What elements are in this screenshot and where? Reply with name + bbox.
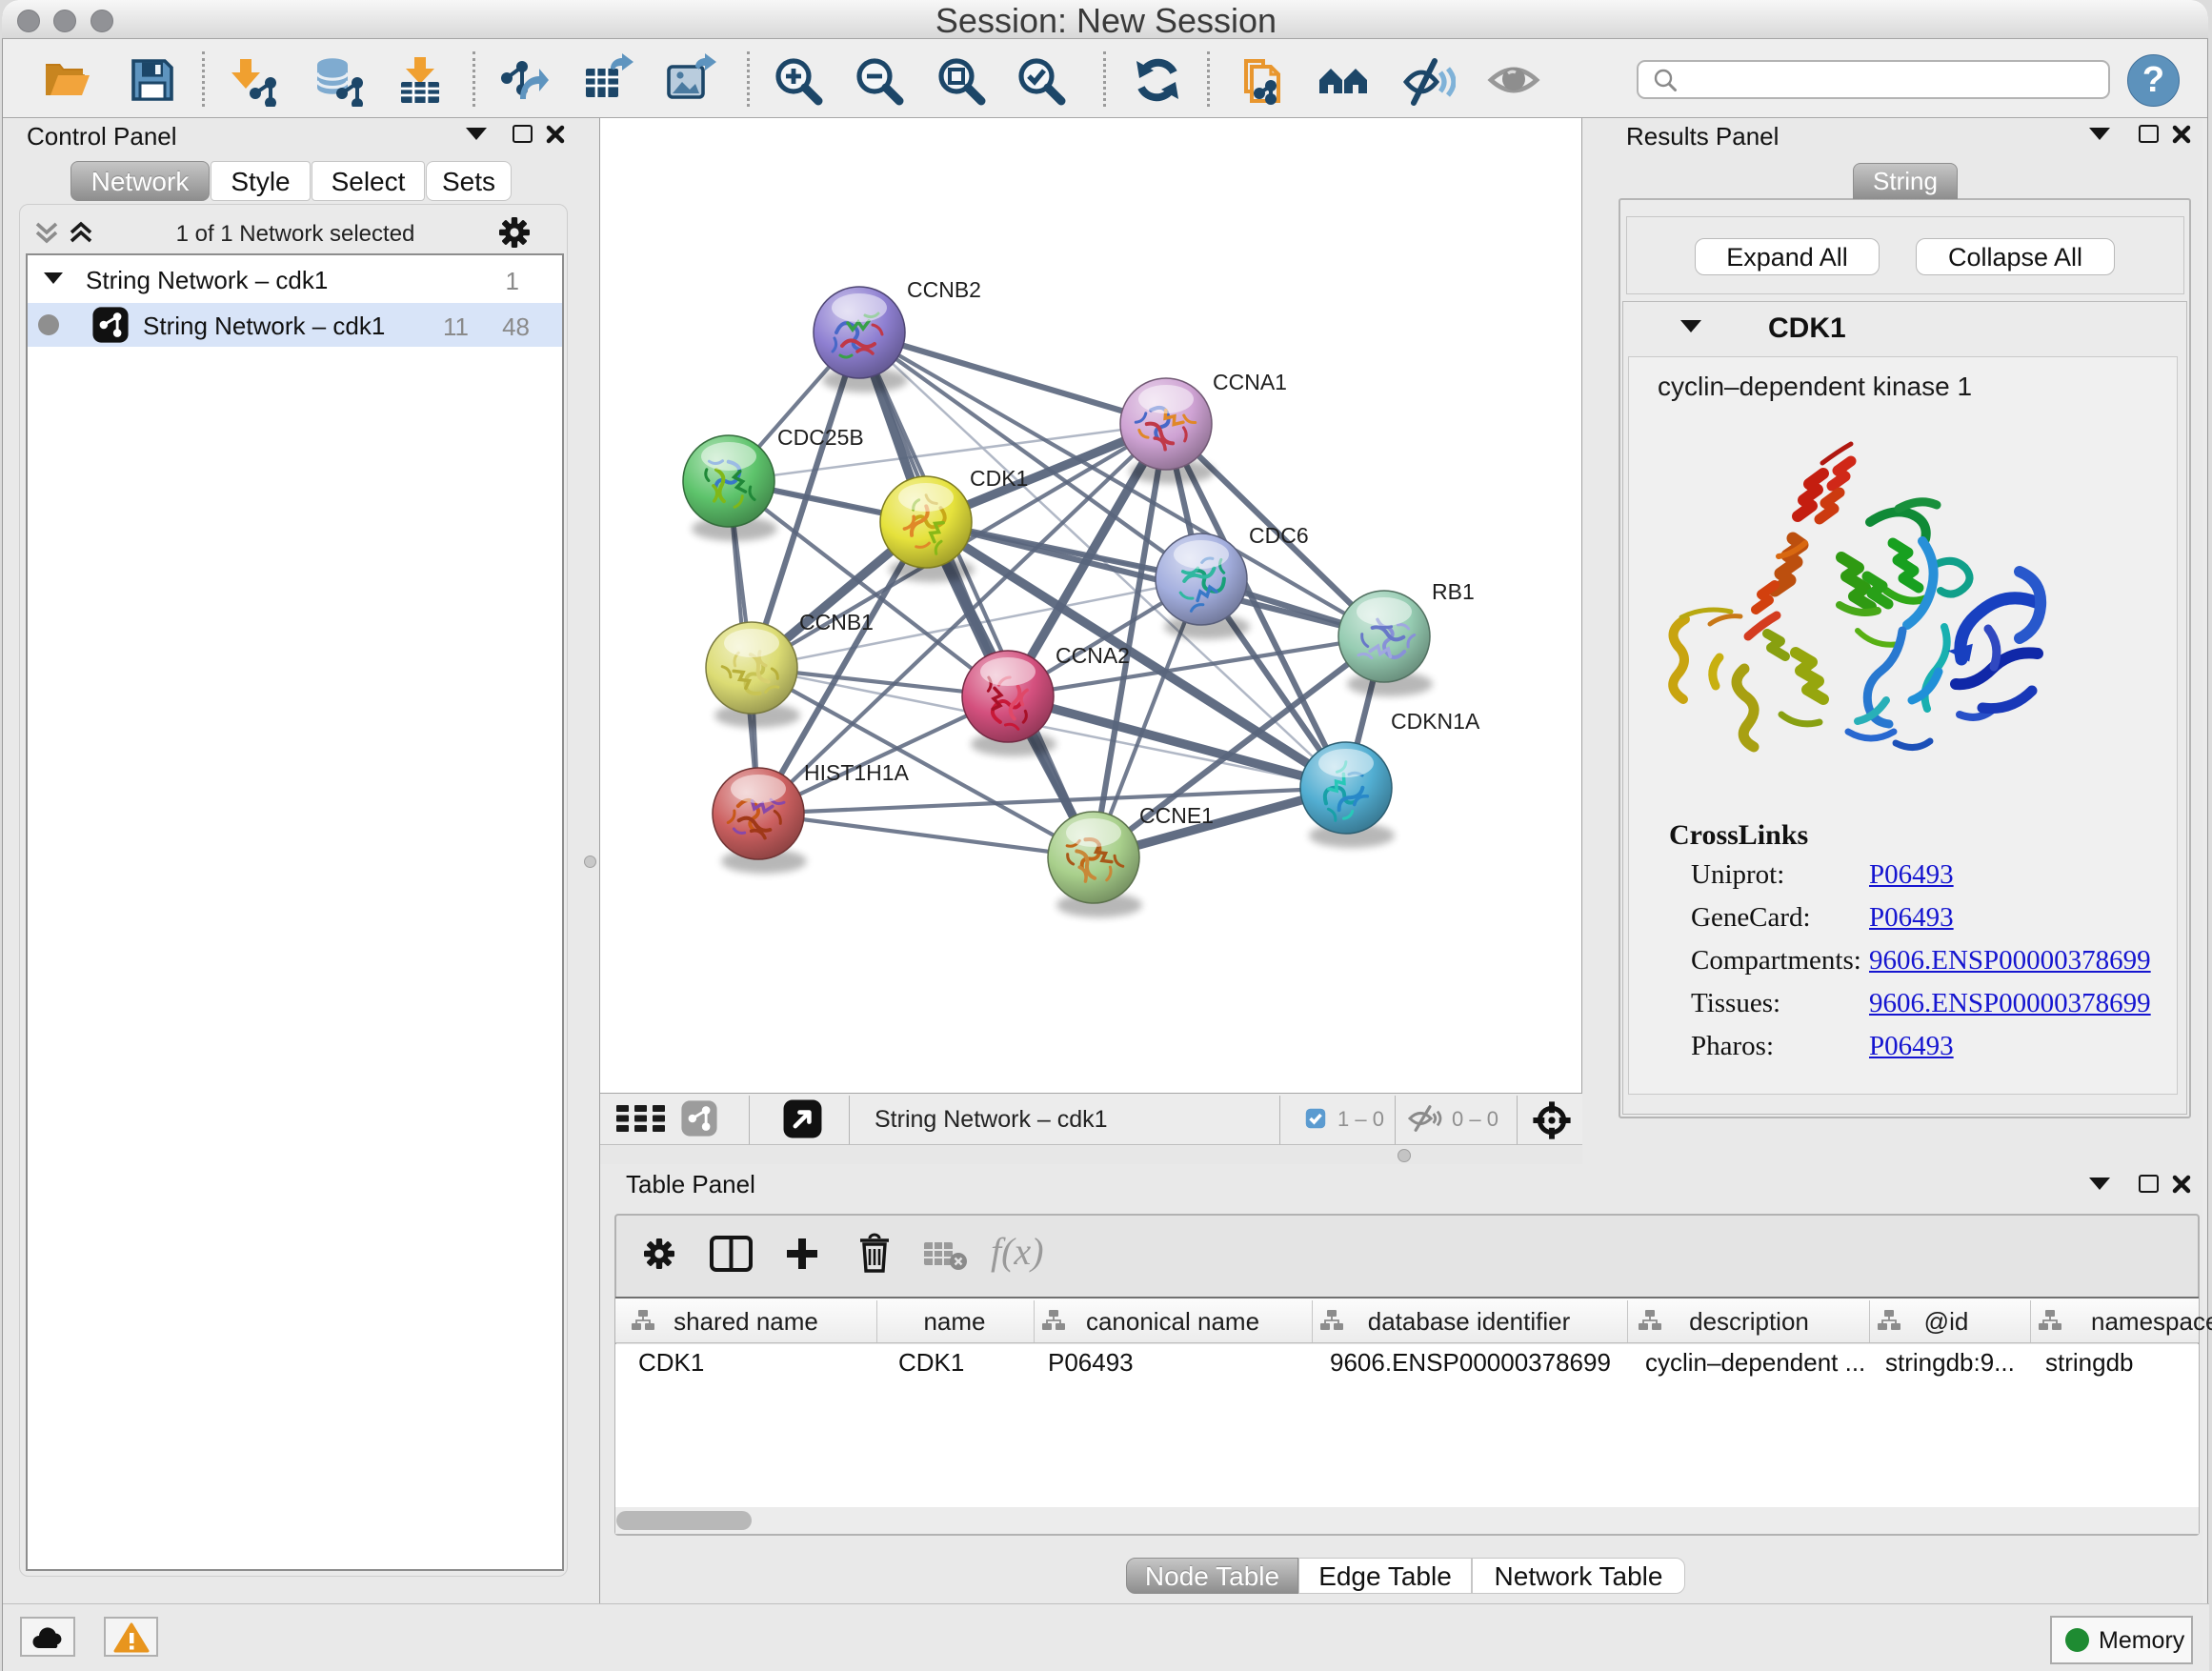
svg-text:CCNA2: CCNA2 [1056,643,1130,668]
svg-text:CCNB2: CCNB2 [907,277,981,302]
svg-text:CDC6: CDC6 [1249,523,1309,548]
svg-text:CCNB1: CCNB1 [799,610,874,634]
svg-text:CDKN1A: CDKN1A [1391,709,1480,734]
svg-text:RB1: RB1 [1432,579,1475,604]
svg-text:CCNE1: CCNE1 [1139,803,1214,828]
svg-text:CCNA1: CCNA1 [1213,370,1287,394]
svg-text:CDK1: CDK1 [970,466,1028,491]
svg-text:CDC25B: CDC25B [777,425,864,450]
svg-text:HIST1H1A: HIST1H1A [804,760,910,785]
